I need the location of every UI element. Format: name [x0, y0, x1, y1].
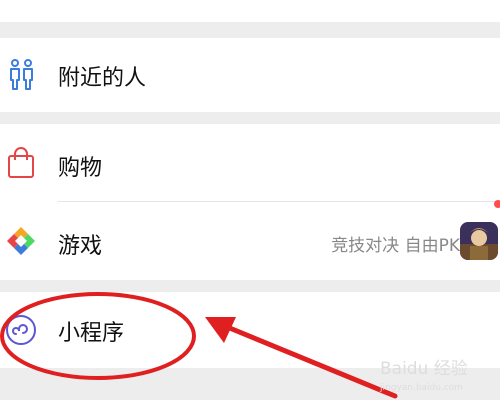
- shopping-bag-icon: [8, 147, 34, 178]
- menu-item-nearby-label: 附近的人: [58, 66, 147, 91]
- menu-item-nearby[interactable]: 附近的人: [0, 38, 500, 112]
- game-new-badge: [494, 200, 500, 208]
- mini-program-icon: [6, 315, 36, 345]
- game-thumbnail: [460, 222, 498, 260]
- menu-item-games[interactable]: 游戏 竞技对决 自由PK: [0, 200, 500, 280]
- menu-item-shopping-label: 购物: [58, 156, 103, 181]
- previous-row-fragment: [0, 0, 500, 22]
- people-icon: [10, 59, 33, 90]
- menu-item-games-label: 游戏: [58, 234, 103, 259]
- baidu-jingyan-watermark: Baidu 经验 jingyan.baidu.com: [379, 359, 468, 393]
- games-subtitle: 竞技对决 自由PK: [331, 236, 460, 256]
- watermark-main-text: Baidu 经验: [380, 359, 468, 379]
- game-diamond-icon: [7, 227, 35, 255]
- watermark-sub-text: jingyan.baidu.com: [379, 383, 463, 393]
- menu-item-mini-programs-label: 小程序: [58, 321, 125, 346]
- menu-item-shopping[interactable]: 购物: [0, 124, 500, 202]
